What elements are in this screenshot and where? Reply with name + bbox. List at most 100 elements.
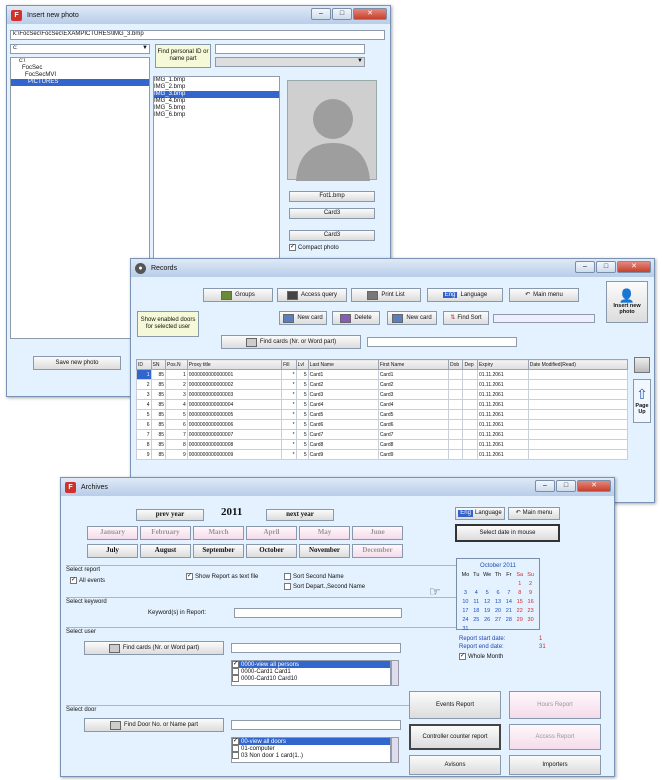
- calendar-day[interactable]: 10: [460, 598, 471, 607]
- table-row[interactable]: 1 85 1 0000000000000001 * 5 Card1 Card1 01.11.20…: [136, 369, 629, 380]
- table-row[interactable]: 7 85 7 0000000000000007 * 5 Card7 Card7 01.11.20…: [136, 429, 629, 440]
- drive-select[interactable]: c: ▼: [10, 44, 150, 54]
- folder-item-selected[interactable]: PICTURES: [11, 79, 149, 86]
- photo-card-field[interactable]: Card3: [289, 208, 375, 219]
- calendar-day[interactable]: 9: [525, 589, 536, 598]
- calendar-day[interactable]: 7: [503, 589, 514, 598]
- calendar-day[interactable]: 30: [525, 616, 536, 625]
- maximize-icon[interactable]: □: [332, 8, 352, 20]
- month-button[interactable]: November: [299, 544, 350, 558]
- controller-counter-report-button[interactable]: Controller counter report: [409, 724, 501, 750]
- table-row[interactable]: 6 85 6 0000000000000006 * 5 Card6 Card6 01.11.20…: [136, 419, 629, 430]
- table-row[interactable]: 5 85 5 0000000000000005 * 5 Card5 Card5 01.11.20…: [136, 409, 629, 420]
- calendar-day[interactable]: 12: [482, 598, 493, 607]
- column-header[interactable]: Dob: [447, 359, 464, 370]
- checkbox-icon[interactable]: [284, 583, 291, 590]
- checkbox-icon[interactable]: [232, 675, 239, 682]
- page-up-button[interactable]: ⇧ Page Up: [633, 379, 651, 423]
- file-item[interactable]: IMG_5.bmp: [154, 105, 279, 112]
- folder-tree[interactable]: c:\ FocSec FocSecMVI PICTURES: [10, 57, 150, 339]
- all-events-checkbox[interactable]: ✓ All events: [70, 577, 105, 584]
- calendar-day[interactable]: 25: [471, 616, 482, 625]
- print-list-button[interactable]: Print List: [351, 288, 421, 302]
- main-menu-button[interactable]: ↶ Main menu: [508, 507, 560, 520]
- month-button[interactable]: May: [299, 526, 350, 540]
- checkbox-icon[interactable]: [284, 573, 291, 580]
- folder-item[interactable]: FocSec: [11, 65, 149, 72]
- calendar-day[interactable]: 22: [514, 607, 525, 616]
- checkbox-icon[interactable]: ✓: [232, 738, 239, 745]
- calendar-day[interactable]: 1: [514, 580, 525, 589]
- calendar-day[interactable]: 8: [514, 589, 525, 598]
- show-enabled-doors-button[interactable]: Show enabled doors for selected user: [137, 311, 199, 337]
- calendar-day[interactable]: 5: [482, 589, 493, 598]
- month-button[interactable]: December: [352, 544, 403, 558]
- printer-icon[interactable]: [634, 357, 650, 373]
- table-row[interactable]: 9 85 9 0000000000000009 * 5 Card9 Card9 01.11.20…: [136, 449, 629, 460]
- events-report-button[interactable]: Events Report: [409, 691, 501, 719]
- sort-depart-checkbox[interactable]: Sort Depart.,Second Name: [284, 583, 365, 590]
- calendar-day[interactable]: 18: [471, 607, 482, 616]
- calendar-day[interactable]: 4: [471, 589, 482, 598]
- minimize-icon[interactable]: –: [311, 8, 331, 20]
- close-icon[interactable]: ✕: [353, 8, 387, 20]
- column-header[interactable]: Proxy title: [186, 359, 283, 370]
- language-button[interactable]: Eng Language: [455, 507, 505, 520]
- calendar-day[interactable]: 19: [482, 607, 493, 616]
- folder-item[interactable]: FocSecMVI: [11, 72, 149, 79]
- save-new-photo-button[interactable]: Save new photo: [33, 356, 121, 370]
- list-item[interactable]: ✓ 00-view all doors: [232, 738, 390, 745]
- column-header[interactable]: Fill: [281, 359, 297, 370]
- calendar-day[interactable]: 29: [514, 616, 525, 625]
- month-button[interactable]: January: [87, 526, 138, 540]
- language-button[interactable]: Eng Language: [427, 288, 503, 302]
- list-item[interactable]: ✓ 0000-view all persons: [232, 661, 390, 668]
- maximize-icon[interactable]: □: [556, 480, 576, 492]
- select-date-button[interactable]: Select date in mouse: [455, 524, 560, 542]
- month-button[interactable]: April: [246, 526, 297, 540]
- checkbox-icon[interactable]: ✓: [70, 577, 77, 584]
- door-search-input[interactable]: [231, 720, 401, 730]
- records-search-field[interactable]: [493, 314, 595, 323]
- chevron-down-icon[interactable]: ▼: [357, 58, 363, 64]
- file-item[interactable]: IMG_4.bmp: [154, 98, 279, 105]
- file-item[interactable]: IMG_2.bmp: [154, 84, 279, 91]
- calendar-day[interactable]: 16: [525, 598, 536, 607]
- find-cards-button[interactable]: Find cards (Nr. or Word part): [221, 335, 361, 349]
- search-person-button[interactable]: Find personal ID or name part: [155, 44, 211, 68]
- maximize-icon[interactable]: □: [596, 261, 616, 273]
- importers-button[interactable]: Importers: [509, 755, 601, 775]
- avisons-button[interactable]: Avisons: [409, 755, 501, 775]
- month-button[interactable]: September: [193, 544, 244, 558]
- checkbox-icon[interactable]: [232, 668, 239, 675]
- month-button[interactable]: August: [140, 544, 191, 558]
- main-menu-button[interactable]: ↶ Main menu: [509, 288, 579, 302]
- checkbox-icon[interactable]: ✓: [289, 244, 296, 251]
- minimize-icon[interactable]: –: [535, 480, 555, 492]
- month-button[interactable]: March: [193, 526, 244, 540]
- access-query-button[interactable]: Access query: [277, 288, 347, 302]
- calendar-day[interactable]: 23: [525, 607, 536, 616]
- calendar-day[interactable]: 17: [460, 607, 471, 616]
- column-header[interactable]: Lvl: [295, 359, 309, 370]
- column-header[interactable]: ID: [136, 359, 152, 370]
- checkbox-icon[interactable]: [232, 745, 239, 752]
- calendar-day[interactable]: 15: [514, 598, 525, 607]
- column-header[interactable]: Last Name: [307, 359, 379, 370]
- calendar-day[interactable]: 21: [503, 607, 514, 616]
- next-year-button[interactable]: next year: [266, 509, 334, 521]
- user-list-scrollbar[interactable]: [391, 660, 399, 686]
- calendar-day[interactable]: 6: [493, 589, 504, 598]
- close-icon[interactable]: ✕: [577, 480, 611, 492]
- month-button[interactable]: February: [140, 526, 191, 540]
- checkbox-icon[interactable]: ✓: [186, 573, 193, 580]
- door-list-scrollbar[interactable]: [391, 737, 399, 763]
- calendar-day[interactable]: 28: [503, 616, 514, 625]
- show-as-text-checkbox[interactable]: ✓ Show Report as text file: [186, 573, 276, 580]
- whole-month-checkbox[interactable]: ✓ Whole Month: [459, 653, 503, 660]
- user-search-input[interactable]: [231, 643, 401, 653]
- find-cards-button[interactable]: Find cards (Nr. or Word part): [84, 641, 224, 655]
- keywords-input[interactable]: [234, 608, 402, 618]
- file-item-selected[interactable]: IMG_3.bmp: [154, 91, 279, 98]
- file-item[interactable]: IMG_6.bmp: [154, 112, 279, 119]
